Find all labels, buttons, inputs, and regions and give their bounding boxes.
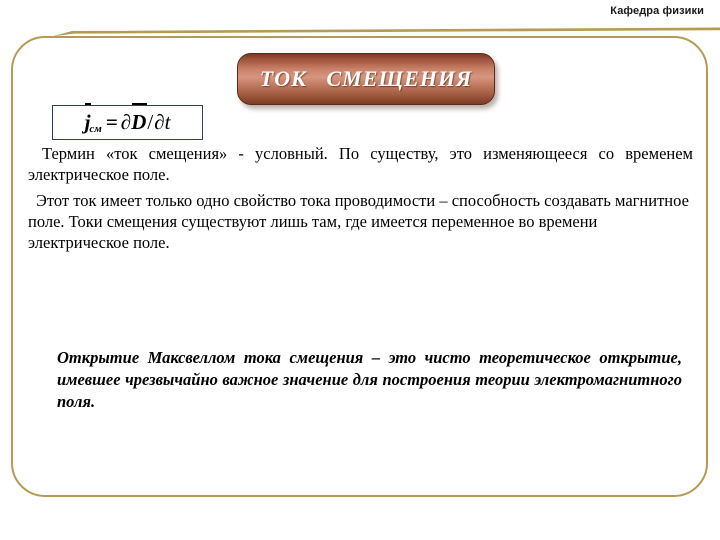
formula-j-subscript: см <box>89 122 102 135</box>
formula-partial-denominator: ∂ <box>154 109 165 134</box>
body-paragraph-1: Термин «ток смещения» - условный. По сущ… <box>28 144 693 184</box>
formula-time-symbol: t <box>164 109 171 134</box>
displacement-current-formula: j см = ∂ D / ∂ t <box>85 103 171 135</box>
formula-box: j см = ∂ D / ∂ t <box>52 103 203 140</box>
formula-fraction-slash: / <box>147 109 154 134</box>
conclusion-paragraph: Открытие Максвеллом тока смещения – это … <box>57 348 682 411</box>
slide-canvas: Кафедра физики ТОК СМЕЩЕНИЯ j см = ∂ D / ∂ t Те… <box>0 0 720 540</box>
title-banner: ТОК СМЕЩЕНИЯ <box>237 53 495 105</box>
department-label: Кафедра физики <box>610 5 704 17</box>
title-banner-label: ТОК СМЕЩЕНИЯ <box>259 66 473 91</box>
formula-equals: = <box>105 109 118 134</box>
formula-partial-numerator: ∂ <box>120 109 132 134</box>
formula-d-vector: D <box>131 103 148 134</box>
body-paragraph-2: Этот ток имеет только одно свойство тока… <box>28 191 689 252</box>
